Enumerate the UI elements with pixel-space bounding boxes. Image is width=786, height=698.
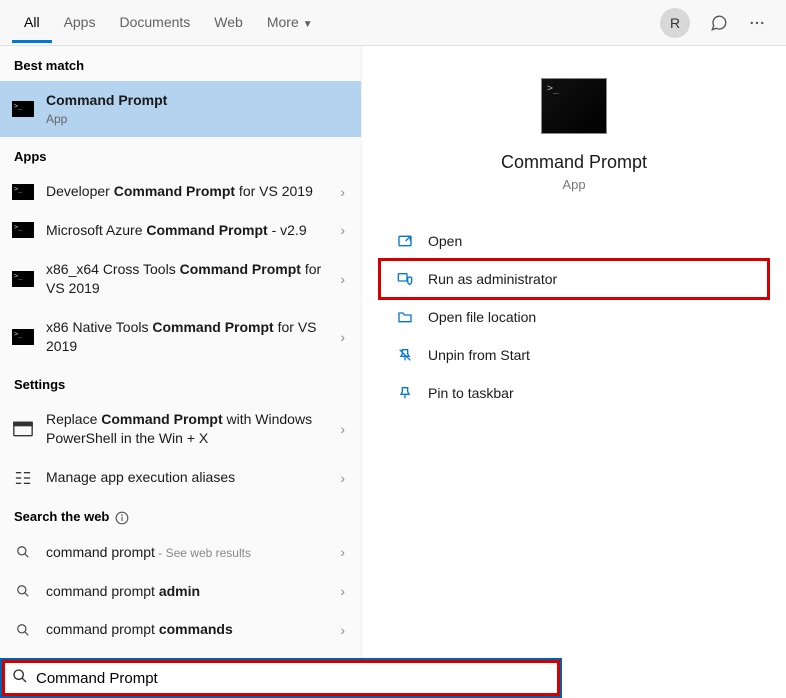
app-result-label: Developer Command Prompt for VS 2019 bbox=[46, 182, 328, 201]
aliases-setting-icon bbox=[12, 469, 34, 487]
tab-documents[interactable]: Documents bbox=[107, 2, 202, 43]
search-icon bbox=[12, 668, 28, 689]
tab-all[interactable]: All bbox=[12, 2, 52, 43]
best-match-title: Command Prompt bbox=[46, 92, 167, 108]
search-bar[interactable] bbox=[0, 658, 562, 698]
action-run-as-admin[interactable]: Run as administrator bbox=[380, 260, 768, 298]
best-match-result[interactable]: Command Prompt App bbox=[0, 81, 361, 137]
chevron-right-icon[interactable]: › bbox=[340, 222, 349, 238]
more-options-icon[interactable] bbox=[748, 14, 766, 32]
command-prompt-icon bbox=[12, 221, 34, 239]
settings-result-label: Manage app execution aliases bbox=[46, 468, 328, 487]
chevron-right-icon[interactable]: › bbox=[340, 421, 349, 437]
action-label: Open file location bbox=[428, 309, 536, 325]
search-icon bbox=[12, 621, 34, 639]
command-prompt-icon bbox=[12, 183, 34, 201]
tab-web[interactable]: Web bbox=[202, 2, 255, 43]
chevron-right-icon[interactable]: › bbox=[340, 329, 349, 345]
top-actions: R bbox=[660, 8, 774, 38]
search-input[interactable] bbox=[36, 670, 550, 687]
top-tab-bar: All Apps Documents Web More▼ R bbox=[0, 0, 786, 46]
powershell-setting-icon bbox=[12, 420, 34, 438]
action-label: Open bbox=[428, 233, 462, 249]
app-result[interactable]: x86 Native Tools Command Prompt for VS 2… bbox=[0, 308, 361, 366]
admin-shield-icon bbox=[396, 270, 414, 288]
open-icon bbox=[396, 232, 414, 250]
app-result[interactable]: x86_x64 Cross Tools Command Prompt for V… bbox=[0, 250, 361, 308]
unpin-start-icon bbox=[396, 346, 414, 364]
details-panel: Command Prompt App Open Run as administr… bbox=[362, 46, 786, 658]
details-title: Command Prompt bbox=[362, 152, 786, 173]
web-result[interactable]: command prompt commands › bbox=[0, 610, 361, 649]
action-pin-to-taskbar[interactable]: Pin to taskbar bbox=[362, 374, 786, 412]
best-match-sub: App bbox=[46, 111, 349, 127]
app-result-label: x86_x64 Cross Tools Command Prompt for V… bbox=[46, 260, 328, 298]
chevron-right-icon[interactable]: › bbox=[340, 271, 349, 287]
web-result-label: command prompt commands bbox=[46, 620, 328, 639]
action-open[interactable]: Open bbox=[362, 222, 786, 260]
web-result-label: command prompt admin bbox=[46, 582, 328, 601]
folder-icon bbox=[396, 308, 414, 326]
action-label: Pin to taskbar bbox=[428, 385, 514, 401]
settings-result[interactable]: Replace Command Prompt with Windows Powe… bbox=[0, 400, 361, 458]
command-prompt-icon bbox=[12, 270, 34, 288]
web-result[interactable]: command prompt - See web results › bbox=[0, 533, 361, 572]
feedback-icon[interactable] bbox=[710, 14, 728, 32]
app-result[interactable]: Microsoft Azure Command Prompt - v2.9 › bbox=[0, 211, 361, 250]
action-label: Unpin from Start bbox=[428, 347, 530, 363]
apps-header: Apps bbox=[0, 137, 361, 172]
web-result[interactable]: command prompt admin › bbox=[0, 572, 361, 611]
chevron-right-icon[interactable]: › bbox=[340, 544, 349, 560]
results-panel: Best match Command Prompt App Apps Devel… bbox=[0, 46, 362, 658]
action-label: Run as administrator bbox=[428, 271, 557, 287]
settings-result[interactable]: Manage app execution aliases › bbox=[0, 458, 361, 497]
chevron-right-icon[interactable]: › bbox=[340, 184, 349, 200]
search-icon bbox=[12, 543, 34, 561]
info-icon[interactable] bbox=[115, 511, 129, 525]
user-avatar[interactable]: R bbox=[660, 8, 690, 38]
command-prompt-icon bbox=[12, 100, 34, 118]
chevron-right-icon[interactable]: › bbox=[340, 622, 349, 638]
best-match-header: Best match bbox=[0, 46, 361, 81]
chevron-down-icon: ▼ bbox=[303, 19, 313, 30]
tab-more[interactable]: More▼ bbox=[255, 2, 325, 43]
web-result-label: command prompt - See web results bbox=[46, 543, 328, 562]
search-icon bbox=[12, 582, 34, 600]
chevron-right-icon[interactable]: › bbox=[340, 583, 349, 599]
app-large-icon bbox=[541, 78, 607, 134]
pin-taskbar-icon bbox=[396, 384, 414, 402]
settings-result-label: Replace Command Prompt with Windows Powe… bbox=[46, 410, 328, 448]
tab-apps[interactable]: Apps bbox=[52, 2, 108, 43]
settings-header: Settings bbox=[0, 365, 361, 400]
app-result-label: Microsoft Azure Command Prompt - v2.9 bbox=[46, 221, 328, 240]
chevron-right-icon[interactable]: › bbox=[340, 470, 349, 486]
details-subtitle: App bbox=[362, 177, 786, 192]
action-list: Open Run as administrator Open file loca… bbox=[362, 214, 786, 420]
action-open-file-location[interactable]: Open file location bbox=[362, 298, 786, 336]
web-header: Search the web bbox=[0, 497, 361, 533]
app-result[interactable]: Developer Command Prompt for VS 2019 › bbox=[0, 172, 361, 211]
command-prompt-icon bbox=[12, 328, 34, 346]
action-unpin-from-start[interactable]: Unpin from Start bbox=[362, 336, 786, 374]
filter-tabs: All Apps Documents Web More▼ bbox=[12, 2, 325, 43]
app-result-label: x86 Native Tools Command Prompt for VS 2… bbox=[46, 318, 328, 356]
